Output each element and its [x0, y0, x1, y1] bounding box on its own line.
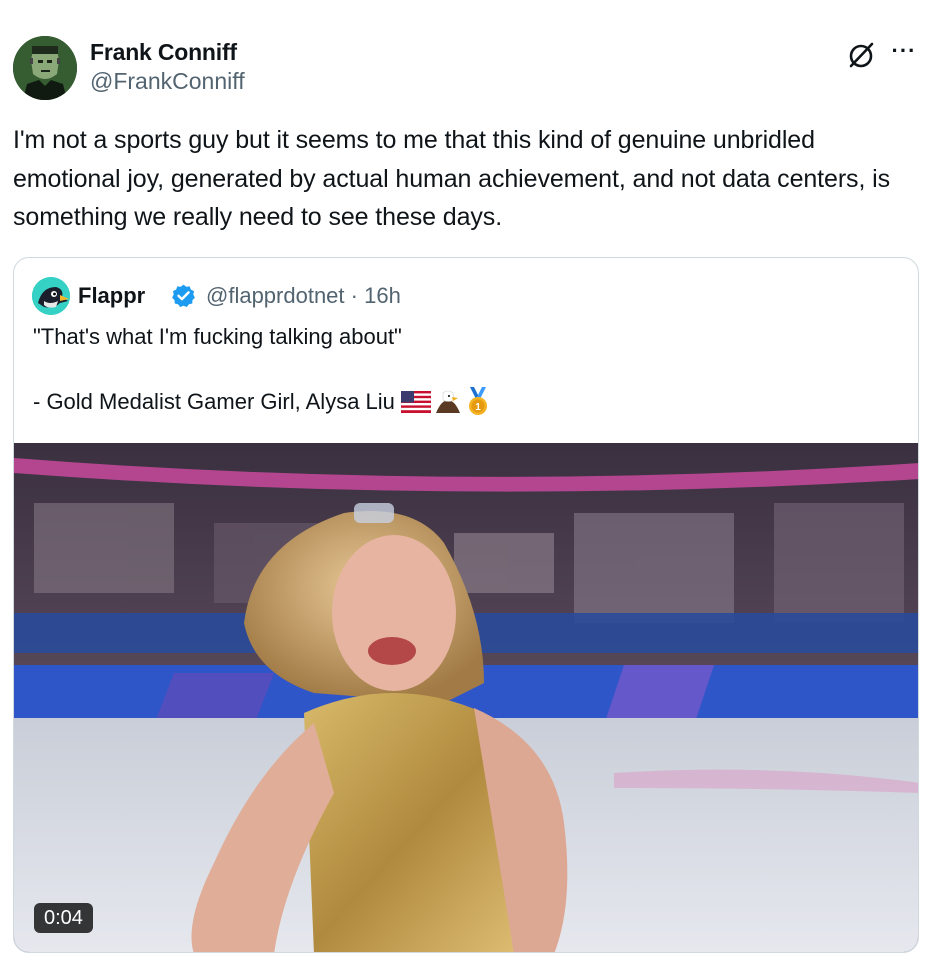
eagle-icon: [435, 390, 460, 413]
author-avatar[interactable]: [13, 36, 77, 100]
tweet-header: Frank Conniff @FrankConniff ···: [13, 36, 921, 102]
quote-text-line1: "That's what I'm fucking talking about": [33, 324, 402, 349]
quote-avatar[interactable]: [32, 277, 70, 315]
quote-text-line2-row: - Gold Medalist Gamer Girl, Alysa Liu 1: [33, 387, 491, 417]
quote-timestamp[interactable]: · 16h: [351, 283, 401, 308]
quoted-tweet[interactable]: Flappr @flapprdotnet · 16h "That's what …: [13, 257, 919, 953]
tweet-text: I'm not a sports guy but it seems to me …: [13, 126, 891, 231]
author-name[interactable]: Frank Conniff: [90, 38, 245, 66]
quote-text-line2: - Gold Medalist Gamer Girl, Alysa Liu: [33, 389, 395, 414]
quote-emojis: 1: [400, 387, 491, 417]
us-flag-icon: [400, 391, 431, 413]
video-player[interactable]: 0:04: [14, 443, 918, 952]
quote-handle-time[interactable]: @flapprdotnet · 16h: [206, 283, 401, 309]
quote-author-name[interactable]: Flappr: [78, 283, 145, 309]
verified-badge-icon: [171, 283, 196, 308]
gold-medal-icon: 1: [468, 387, 487, 415]
grok-icon[interactable]: [845, 38, 879, 72]
video-duration: 0:04: [34, 903, 93, 933]
video-thumbnail: [14, 443, 918, 952]
more-options-icon[interactable]: ···: [887, 40, 921, 70]
svg-text:1: 1: [475, 402, 481, 413]
quote-author-handle[interactable]: @flapprdotnet: [206, 283, 345, 308]
author-handle[interactable]: @FrankConniff: [90, 66, 245, 96]
